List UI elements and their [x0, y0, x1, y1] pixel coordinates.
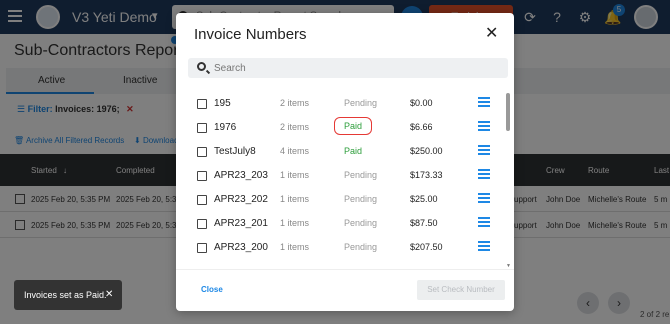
invoice-amount: $207.50: [410, 242, 443, 252]
invoice-amount: $173.33: [410, 170, 443, 180]
invoice-search-input[interactable]: [214, 60, 494, 76]
invoice-numbers-dialog: Invoice Numbers ✕ 195 2 items Pending $0…: [176, 13, 514, 311]
invoice-item-count: 2 items: [280, 98, 310, 108]
invoice-row[interactable]: TestJuly8 4 items Paid $250.00: [176, 139, 504, 163]
invoice-item-count: 4 items: [280, 146, 310, 156]
invoice-amount: $0.00: [410, 98, 433, 108]
invoice-number: 195: [214, 98, 231, 109]
invoice-number: APR23_200: [214, 242, 268, 253]
invoice-number: APR23_201: [214, 218, 268, 229]
invoice-item-count: 1 items: [280, 194, 310, 204]
invoice-number: 1976: [214, 122, 237, 133]
invoice-amount: $25.00: [410, 194, 438, 204]
invoice-status-highlighted: Paid: [334, 117, 373, 135]
invoice-status: Pending: [344, 98, 378, 108]
invoice-row[interactable]: APR23_201 1 items Pending $87.50: [176, 211, 504, 235]
invoice-checkbox[interactable]: [197, 99, 207, 109]
invoice-status: Paid: [344, 146, 363, 156]
invoice-row[interactable]: 195 2 items Pending $0.00: [176, 91, 504, 115]
list-details-icon[interactable]: [478, 217, 490, 227]
close-button[interactable]: Close: [201, 285, 223, 294]
invoice-item-count: 2 items: [280, 122, 310, 132]
invoice-row[interactable]: APR23_200 1 items Pending $207.50: [176, 235, 504, 259]
invoice-checkbox[interactable]: [197, 219, 207, 229]
invoice-checkbox[interactable]: [197, 243, 207, 253]
search-icon: [197, 62, 206, 71]
close-icon[interactable]: ✕: [485, 25, 498, 43]
set-check-number-button[interactable]: Set Check Number: [417, 280, 505, 300]
invoice-amount: $6.66: [410, 122, 433, 132]
list-details-icon[interactable]: [478, 121, 490, 131]
invoice-status: Pending: [344, 194, 378, 204]
invoice-amount: $87.50: [410, 218, 438, 228]
toast-close-icon[interactable]: ✕: [105, 289, 113, 300]
list-details-icon[interactable]: [478, 145, 490, 155]
invoice-row[interactable]: 1976 2 items Paid $6.66: [176, 115, 504, 139]
invoice-number: TestJuly8: [214, 146, 256, 157]
invoice-status: Pending: [344, 170, 378, 180]
toast-message: Invoices set as Paid.: [24, 290, 107, 300]
invoice-status: Pending: [344, 218, 378, 228]
scrollbar-thumb[interactable]: [506, 93, 510, 131]
invoice-list-scrollbar[interactable]: ▼: [506, 93, 511, 269]
list-details-icon[interactable]: [478, 169, 490, 179]
list-details-icon[interactable]: [478, 241, 490, 251]
dialog-footer: Close Set Check Number: [176, 269, 514, 311]
invoice-item-count: 1 items: [280, 242, 310, 252]
toast-notification: Invoices set as Paid. ✕: [14, 280, 122, 310]
invoice-amount: $250.00: [410, 146, 443, 156]
invoice-row[interactable]: APR23_202 1 items Pending $25.00: [176, 187, 504, 211]
invoice-checkbox[interactable]: [197, 123, 207, 133]
invoice-search: [188, 58, 508, 78]
list-details-icon[interactable]: [478, 97, 490, 107]
dialog-title: Invoice Numbers: [194, 26, 307, 43]
invoice-number: APR23_202: [214, 194, 268, 205]
invoice-list: 195 2 items Pending $0.00 1976 2 items P…: [176, 91, 504, 269]
invoice-number: APR23_203: [214, 170, 268, 181]
invoice-row[interactable]: APR23_203 1 items Pending $173.33: [176, 163, 504, 187]
invoice-checkbox[interactable]: [197, 171, 207, 181]
invoice-status: Pending: [344, 242, 378, 252]
invoice-checkbox[interactable]: [197, 195, 207, 205]
invoice-item-count: 1 items: [280, 218, 310, 228]
invoice-item-count: 1 items: [280, 170, 310, 180]
list-details-icon[interactable]: [478, 193, 490, 203]
invoice-checkbox[interactable]: [197, 147, 207, 157]
